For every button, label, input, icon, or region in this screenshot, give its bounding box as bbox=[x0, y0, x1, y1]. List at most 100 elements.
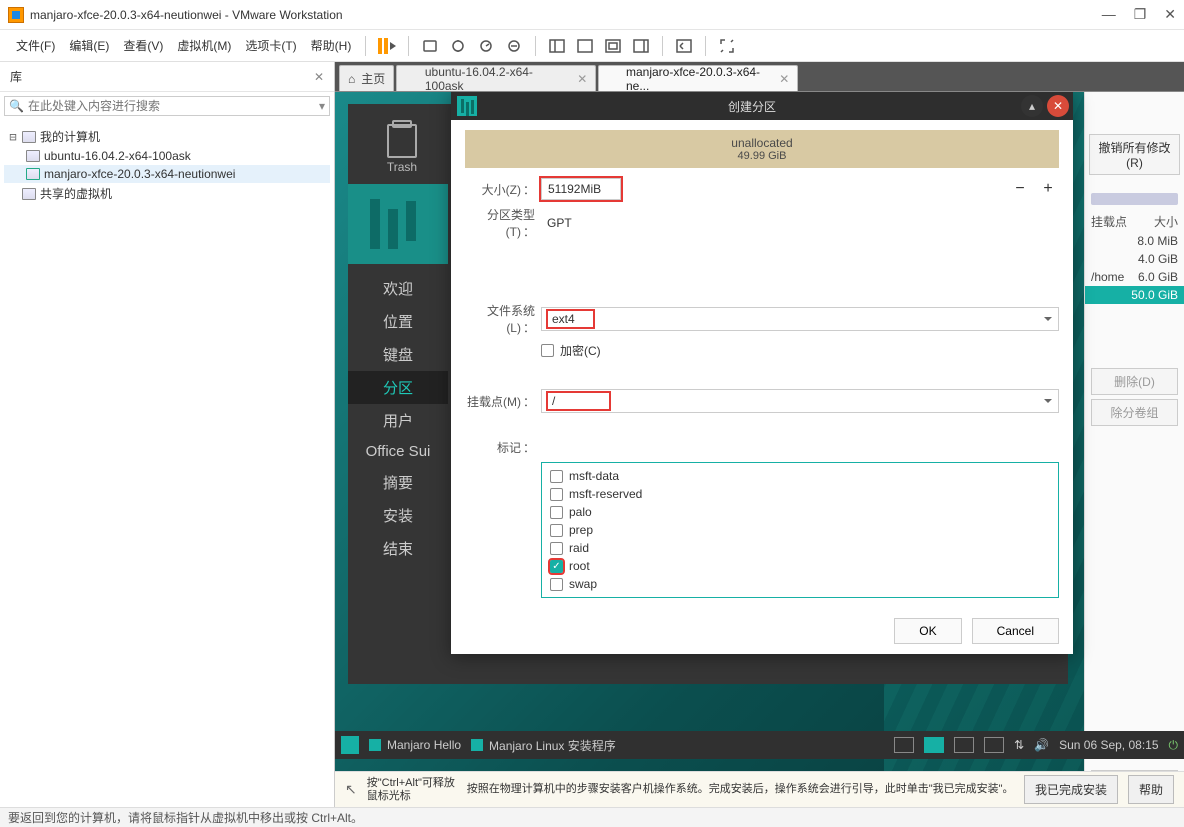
side-summary[interactable]: 摘要 bbox=[348, 466, 448, 499]
delete-button[interactable]: 删除(D) bbox=[1091, 368, 1178, 395]
start-menu-icon[interactable] bbox=[341, 736, 359, 754]
vmware-hintbar: ↖ 按"Ctrl+Alt"可释放鼠标光标 按照在物理计算机中的步骤安装客户机操作… bbox=[335, 771, 1184, 807]
workspace-3[interactable] bbox=[954, 737, 974, 753]
type-label: 分区类型(T)： bbox=[465, 206, 535, 240]
install-done-button[interactable]: 我已完成安装 bbox=[1024, 775, 1118, 804]
tree-vm-manjaro[interactable]: manjaro-xfce-20.0.3-x64-neutionwei bbox=[4, 165, 330, 183]
view-split-icon[interactable] bbox=[546, 35, 568, 57]
tree-vm-ubuntu[interactable]: ubuntu-16.04.2-x64-100ask bbox=[4, 147, 330, 165]
workspace-2[interactable] bbox=[924, 737, 944, 753]
menu-tabs[interactable]: 选项卡(T) bbox=[239, 33, 302, 58]
workspace-4[interactable] bbox=[984, 737, 1004, 753]
send-ctrlaltdel-icon[interactable] bbox=[419, 35, 441, 57]
snapshot-manager-icon[interactable] bbox=[475, 35, 497, 57]
size-input[interactable]: 51192MiB bbox=[541, 178, 621, 200]
size-increment-button[interactable]: + bbox=[1037, 178, 1059, 200]
help-button[interactable]: 帮助 bbox=[1128, 775, 1174, 804]
installer-sidebar: 欢迎 位置 键盘 分区 用户 Office Sui 摘要 安装 结束 bbox=[348, 184, 448, 565]
library-title: 库 bbox=[10, 68, 22, 85]
power-icon[interactable]: ⏻ bbox=[1169, 738, 1179, 753]
minimize-button[interactable]: — bbox=[1102, 6, 1116, 23]
remove-vg-button[interactable]: 除分卷组 bbox=[1091, 399, 1178, 426]
library-search[interactable]: 🔍 ▾ bbox=[4, 96, 330, 116]
close-button[interactable]: ✕ bbox=[1164, 6, 1176, 23]
side-user[interactable]: 用户 bbox=[348, 404, 448, 437]
cursor-icon: ↖ bbox=[345, 781, 357, 798]
side-keyboard[interactable]: 键盘 bbox=[348, 338, 448, 371]
window-titlebar: manjaro-xfce-20.0.3-x64-neutionwei - VMw… bbox=[0, 0, 1184, 30]
side-location[interactable]: 位置 bbox=[348, 305, 448, 338]
partition-row-selected[interactable]: 50.0 GiB bbox=[1085, 286, 1184, 304]
partition-row[interactable]: 4.0 GiB bbox=[1085, 250, 1184, 268]
flag-raid[interactable]: raid bbox=[542, 539, 1058, 557]
view-single-icon[interactable] bbox=[574, 35, 596, 57]
library-tree: ⊟我的计算机 ubuntu-16.04.2-x64-100ask manjaro… bbox=[0, 120, 334, 210]
view-console-icon[interactable] bbox=[630, 35, 652, 57]
menu-view[interactable]: 查看(V) bbox=[117, 33, 169, 58]
flag-swap[interactable]: swap bbox=[542, 575, 1058, 593]
tab-home[interactable]: ⌂主页 bbox=[339, 65, 394, 91]
menu-edit[interactable]: 编辑(E) bbox=[63, 33, 115, 58]
encrypt-label: 加密(C) bbox=[560, 342, 601, 359]
maximize-button[interactable]: ❐ bbox=[1134, 6, 1147, 23]
side-partition[interactable]: 分区 bbox=[348, 371, 448, 404]
side-office[interactable]: Office Sui bbox=[348, 437, 448, 466]
partition-row[interactable]: 8.0 MiB bbox=[1085, 232, 1184, 250]
menu-help[interactable]: 帮助(H) bbox=[305, 33, 358, 58]
mount-select[interactable]: / bbox=[541, 389, 1059, 413]
dialog-close-button[interactable]: ✕ bbox=[1047, 95, 1069, 117]
dialog-ok-button[interactable]: OK bbox=[894, 618, 961, 644]
vm-icon bbox=[26, 168, 40, 180]
dialog-cancel-button[interactable]: Cancel bbox=[972, 618, 1059, 644]
encrypt-checkbox[interactable] bbox=[541, 344, 554, 357]
tree-shared-vms[interactable]: 共享的虚拟机 bbox=[4, 183, 330, 204]
flag-root[interactable]: ✓root bbox=[542, 557, 1058, 575]
window-title: manjaro-xfce-20.0.3-x64-neutionwei - VMw… bbox=[30, 8, 1102, 22]
filesystem-select[interactable]: ext4 bbox=[541, 307, 1059, 331]
menu-vm[interactable]: 虚拟机(M) bbox=[171, 33, 237, 58]
flag-palo[interactable]: palo bbox=[542, 503, 1058, 521]
tab-ubuntu[interactable]: ubuntu-16.04.2-x64-100ask✕ bbox=[396, 65, 596, 91]
undo-all-button[interactable]: 撤销所有修改(R) bbox=[1089, 134, 1180, 175]
revert-snapshot-icon[interactable] bbox=[503, 35, 525, 57]
clock[interactable]: Sun 06 Sep, 08:15 bbox=[1059, 738, 1158, 752]
side-install[interactable]: 安装 bbox=[348, 499, 448, 532]
tree-root-my-computer[interactable]: ⊟我的计算机 bbox=[4, 126, 330, 147]
library-close-icon[interactable]: ✕ bbox=[314, 70, 324, 84]
manjaro-logo-icon bbox=[348, 184, 448, 264]
release-cursor-hint: 按"Ctrl+Alt"可释放鼠标光标 bbox=[367, 777, 457, 803]
taskbar-app-installer[interactable]: Manjaro Linux 安装程序 bbox=[471, 737, 616, 754]
taskbar-app-hello[interactable]: Manjaro Hello bbox=[369, 738, 461, 752]
console-view-icon[interactable] bbox=[673, 35, 695, 57]
tab-close-icon[interactable]: ✕ bbox=[577, 72, 587, 86]
volume-icon[interactable]: 🔊 bbox=[1034, 738, 1049, 752]
install-hint: 按照在物理计算机中的步骤安装客户机操作系统。完成安装后，操作系统会进行引导，此时… bbox=[467, 783, 1014, 796]
pause-button[interactable] bbox=[376, 35, 398, 57]
shared-icon bbox=[22, 188, 36, 200]
side-welcome[interactable]: 欢迎 bbox=[348, 272, 448, 305]
mount-label: 挂载点(M)： bbox=[465, 393, 535, 410]
view-unity-icon[interactable] bbox=[602, 35, 624, 57]
size-label: 大小(Z)： bbox=[465, 181, 535, 198]
vm-display[interactable]: Trash 欢迎 位置 键盘 分区 用户 Office Sui 摘要 安装 结束… bbox=[335, 92, 1184, 807]
flag-prep[interactable]: prep bbox=[542, 521, 1058, 539]
desktop-trash-icon[interactable]: Trash bbox=[376, 124, 428, 174]
flag-msft-data[interactable]: msft-data bbox=[542, 467, 1058, 485]
dropdown-icon[interactable]: ▾ bbox=[319, 99, 325, 113]
tab-close-icon[interactable]: ✕ bbox=[779, 72, 789, 86]
side-finish[interactable]: 结束 bbox=[348, 532, 448, 565]
dialog-shade-button[interactable]: ▴ bbox=[1021, 95, 1043, 117]
manjaro-icon bbox=[457, 96, 477, 116]
guest-taskbar: Manjaro Hello Manjaro Linux 安装程序 ⇅ 🔊 Sun… bbox=[335, 731, 1184, 759]
size-decrement-button[interactable]: − bbox=[1009, 178, 1031, 200]
snapshot-icon[interactable] bbox=[447, 35, 469, 57]
partition-row[interactable]: /home6.0 GiB bbox=[1085, 268, 1184, 286]
workspace-1[interactable] bbox=[894, 737, 914, 753]
tab-manjaro[interactable]: manjaro-xfce-20.0.3-x64-ne...✕ bbox=[598, 65, 798, 91]
fullscreen-icon[interactable] bbox=[716, 35, 738, 57]
flag-msft-reserved[interactable]: msft-reserved bbox=[542, 485, 1058, 503]
partition-summary-panel: 撤销所有修改(R) 挂载点大小 8.0 MiB 4.0 GiB /home6.0… bbox=[1084, 92, 1184, 807]
library-search-input[interactable] bbox=[28, 99, 315, 113]
network-icon[interactable]: ⇅ bbox=[1014, 738, 1024, 752]
menu-file[interactable]: 文件(F) bbox=[10, 33, 61, 58]
